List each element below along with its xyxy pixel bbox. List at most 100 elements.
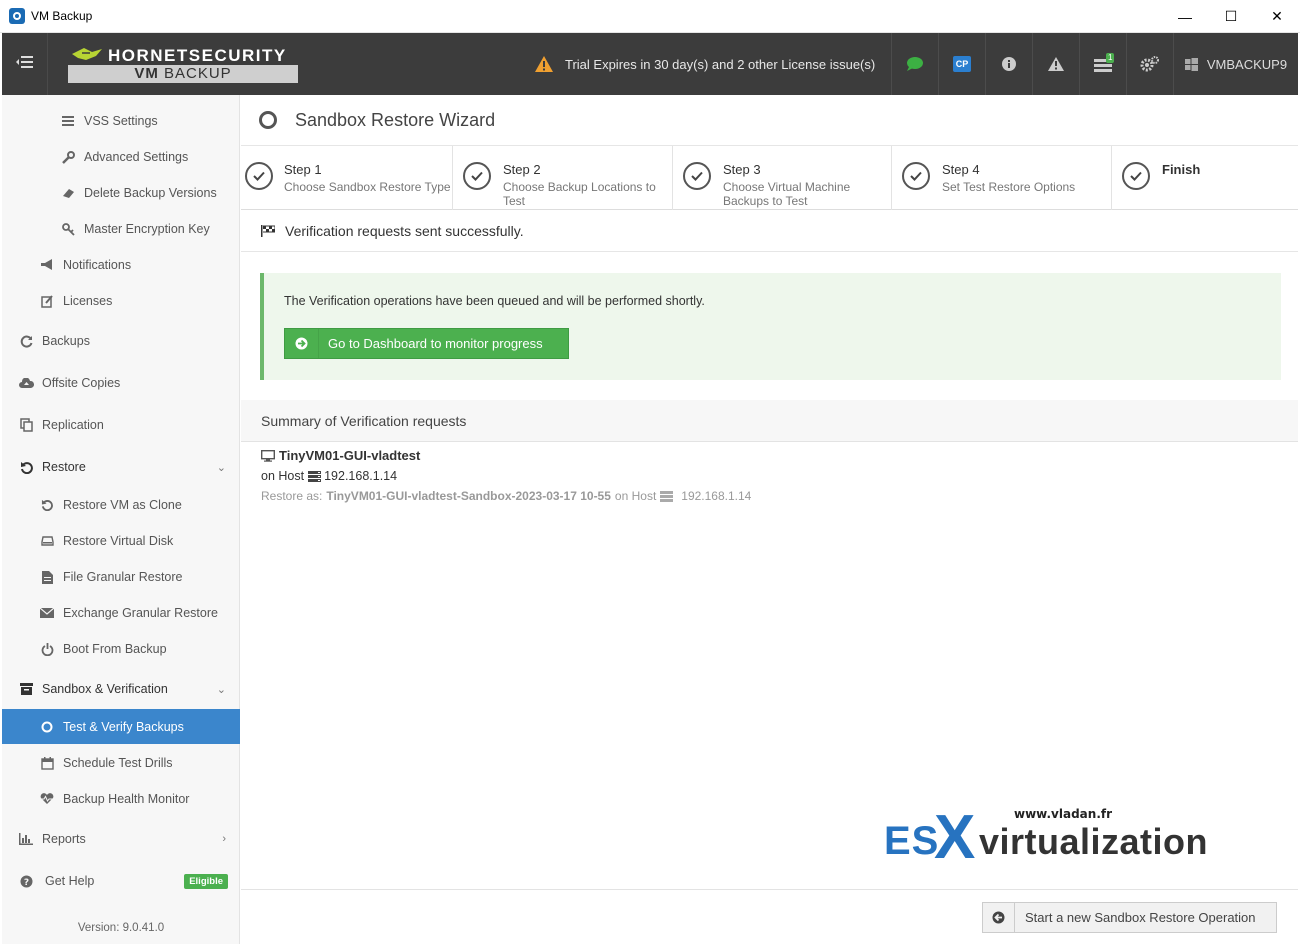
info-icon [1002,57,1016,71]
step-name: Finish [1162,162,1201,177]
trial-notice[interactable]: Trial Expires in 30 day(s) and 2 other L… [534,33,875,95]
sidebar-item-label: Backups [42,334,90,348]
close-button[interactable]: ✕ [1254,0,1300,33]
chat-button[interactable] [891,33,938,95]
wizard-step-4[interactable]: Step 4 Set Test Restore Options [892,146,1112,210]
arrow-circle-left-icon [983,903,1015,932]
sidebar-item-backups[interactable]: Backups [2,329,240,353]
calendar-icon [39,756,55,770]
jobs-button[interactable]: 1 [1079,33,1126,95]
sidebar-item-replication[interactable]: Replication [2,413,240,437]
wizard-step-finish[interactable]: Finish [1112,146,1298,210]
archive-icon [18,682,34,696]
restore-host-ip: 192.168.1.14 [681,489,752,503]
trial-text: Trial Expires in 30 day(s) and 2 other L… [565,56,876,72]
check-circle-icon [683,162,711,190]
chevron-down-icon: ⌄ [216,461,226,474]
sidebar-item-sandbox-verification[interactable]: Sandbox & Verification ⌄ [2,677,240,701]
sidebar-item-reports[interactable]: Reports › [2,827,240,851]
user-menu[interactable]: VMBACKUP9 [1173,33,1298,95]
step-description: Choose Virtual Machine Backups to Test [723,180,851,208]
version-label: Version: 9.0.41.0 [77,922,165,934]
circle-icon [259,111,277,129]
sidebar-item-label: Schedule Test Drills [63,756,173,770]
alerts-button[interactable] [1032,33,1079,95]
sidebar-item-restore[interactable]: Restore ⌄ [2,455,240,479]
question-icon: ? [18,874,34,888]
sidebar-item-label: Get Help [45,874,95,888]
sidebar-item-schedule-test-drills[interactable]: Schedule Test Drills [2,752,240,774]
server-icon [660,490,674,502]
sidebar-item-exchange-granular-restore[interactable]: Exchange Granular Restore [2,602,240,624]
step-description: Choose Backup Locations to Test [503,180,656,208]
summary-heading: Summary of Verification requests [241,400,1298,442]
sidebar-item-label: Restore VM as Clone [63,498,182,512]
info-button[interactable] [985,33,1032,95]
settings-button[interactable] [1126,33,1173,95]
start-new-sandbox-restore-button[interactable]: Start a new Sandbox Restore Operation [982,902,1277,933]
window-controls: — ☐ ✕ [1162,0,1300,33]
check-circle-icon [1122,162,1150,190]
restore-vm-name: TinyVM01-GUI-vladtest-Sandbox-2023-03-17… [326,489,611,503]
maximize-button[interactable]: ☐ [1208,0,1254,33]
sidebar-item-label: Backup Health Monitor [63,792,190,806]
control-panel-button[interactable]: CP [938,33,985,95]
vm-name: TinyVM01-GUI-vladtest [261,448,751,463]
sidebar-item-master-encryption-key[interactable]: Master Encryption Key [2,218,240,240]
watermark-virtualization: virtualization [979,821,1209,862]
wizard-step-3[interactable]: Step 3 Choose Virtual Machine Backups to… [673,146,892,210]
sidebar-item-label: Replication [42,418,104,432]
sidebar-item-vss-settings[interactable]: VSS Settings [2,110,240,132]
sidebar-item-label: Reports [42,832,86,846]
wizard-step-1[interactable]: Step 1 Choose Sandbox Restore Type [241,146,453,210]
sidebar-item-boot-from-backup[interactable]: Boot From Backup [2,638,240,660]
sidebar-item-label: Master Encryption Key [84,222,210,236]
sidebar-item-restore-virtual-disk[interactable]: Restore Virtual Disk [2,530,240,552]
wizard-footer: Start a new Sandbox Restore Operation [241,889,1298,944]
on-host-label: on Host [261,469,305,483]
copy-icon [18,418,34,432]
step-name: Step 1 [284,162,322,177]
envelope-icon [39,606,55,620]
hdd-icon [39,534,55,548]
server-icon [308,470,322,482]
sidebar-item-restore-vm-as-clone[interactable]: Restore VM as Clone [2,494,240,516]
sidebar-item-notifications[interactable]: Notifications [2,254,240,276]
restore-as-line: Restore as: TinyVM01-GUI-vladtest-Sandbo… [261,489,751,503]
sidebar-item-backup-health-monitor[interactable]: Backup Health Monitor [2,788,240,810]
sidebar-item-file-granular-restore[interactable]: File Granular Restore [2,566,240,588]
alert-triangle-icon [1048,57,1064,71]
go-to-dashboard-button[interactable]: Go to Dashboard to monitor progress [284,328,569,359]
sidebar-item-label: Boot From Backup [63,642,167,656]
sidebar-item-licenses[interactable]: Licenses [2,290,240,312]
eligible-badge: Eligible [184,873,228,889]
sidebar-item-delete-backup-versions[interactable]: Delete Backup Versions [2,182,240,204]
go-to-dashboard-label: Go to Dashboard to monitor progress [328,336,543,351]
sidebar-item-get-help[interactable]: ? Get Help Eligible [2,869,240,893]
vm-host-line: on Host 192.168.1.14 [261,469,751,483]
wizard-step-2[interactable]: Step 2 Choose Backup Locations to Test [453,146,673,210]
app-icon [9,8,25,24]
step-description: Choose Sandbox Restore Type [284,180,451,194]
key-icon [60,222,76,236]
circle-icon [39,720,55,734]
minimize-button[interactable]: — [1162,0,1208,33]
sidebar-item-label: Delete Backup Versions [84,186,217,200]
sidebar-item-advanced-settings[interactable]: Advanced Settings [2,146,240,168]
windows-icon [1184,57,1198,71]
step-name: Step 3 [723,162,761,177]
header-icons: CP 1 VMBACKUP9 [891,33,1298,95]
sidebar-item-test-verify-backups[interactable]: Test & Verify Backups [2,709,240,744]
warning-icon [535,56,553,72]
watermark-es: ES [884,819,940,863]
app-header: HORNETSECURITY VM BACKUP Trial Expires i… [2,33,1298,95]
sidebar-item-offsite-copies[interactable]: Offsite Copies [2,371,240,395]
product-name: VM BACKUP [68,65,298,83]
sidebar-item-label: Restore [42,460,86,474]
svg-text:?: ? [23,878,28,888]
menu-toggle-button[interactable] [2,33,48,95]
sidebar-item-label: Restore Virtual Disk [63,534,174,548]
sidebar-item-label: Sandbox & Verification [42,682,168,696]
cp-icon: CP [953,56,971,72]
hornet-icon [72,48,102,60]
